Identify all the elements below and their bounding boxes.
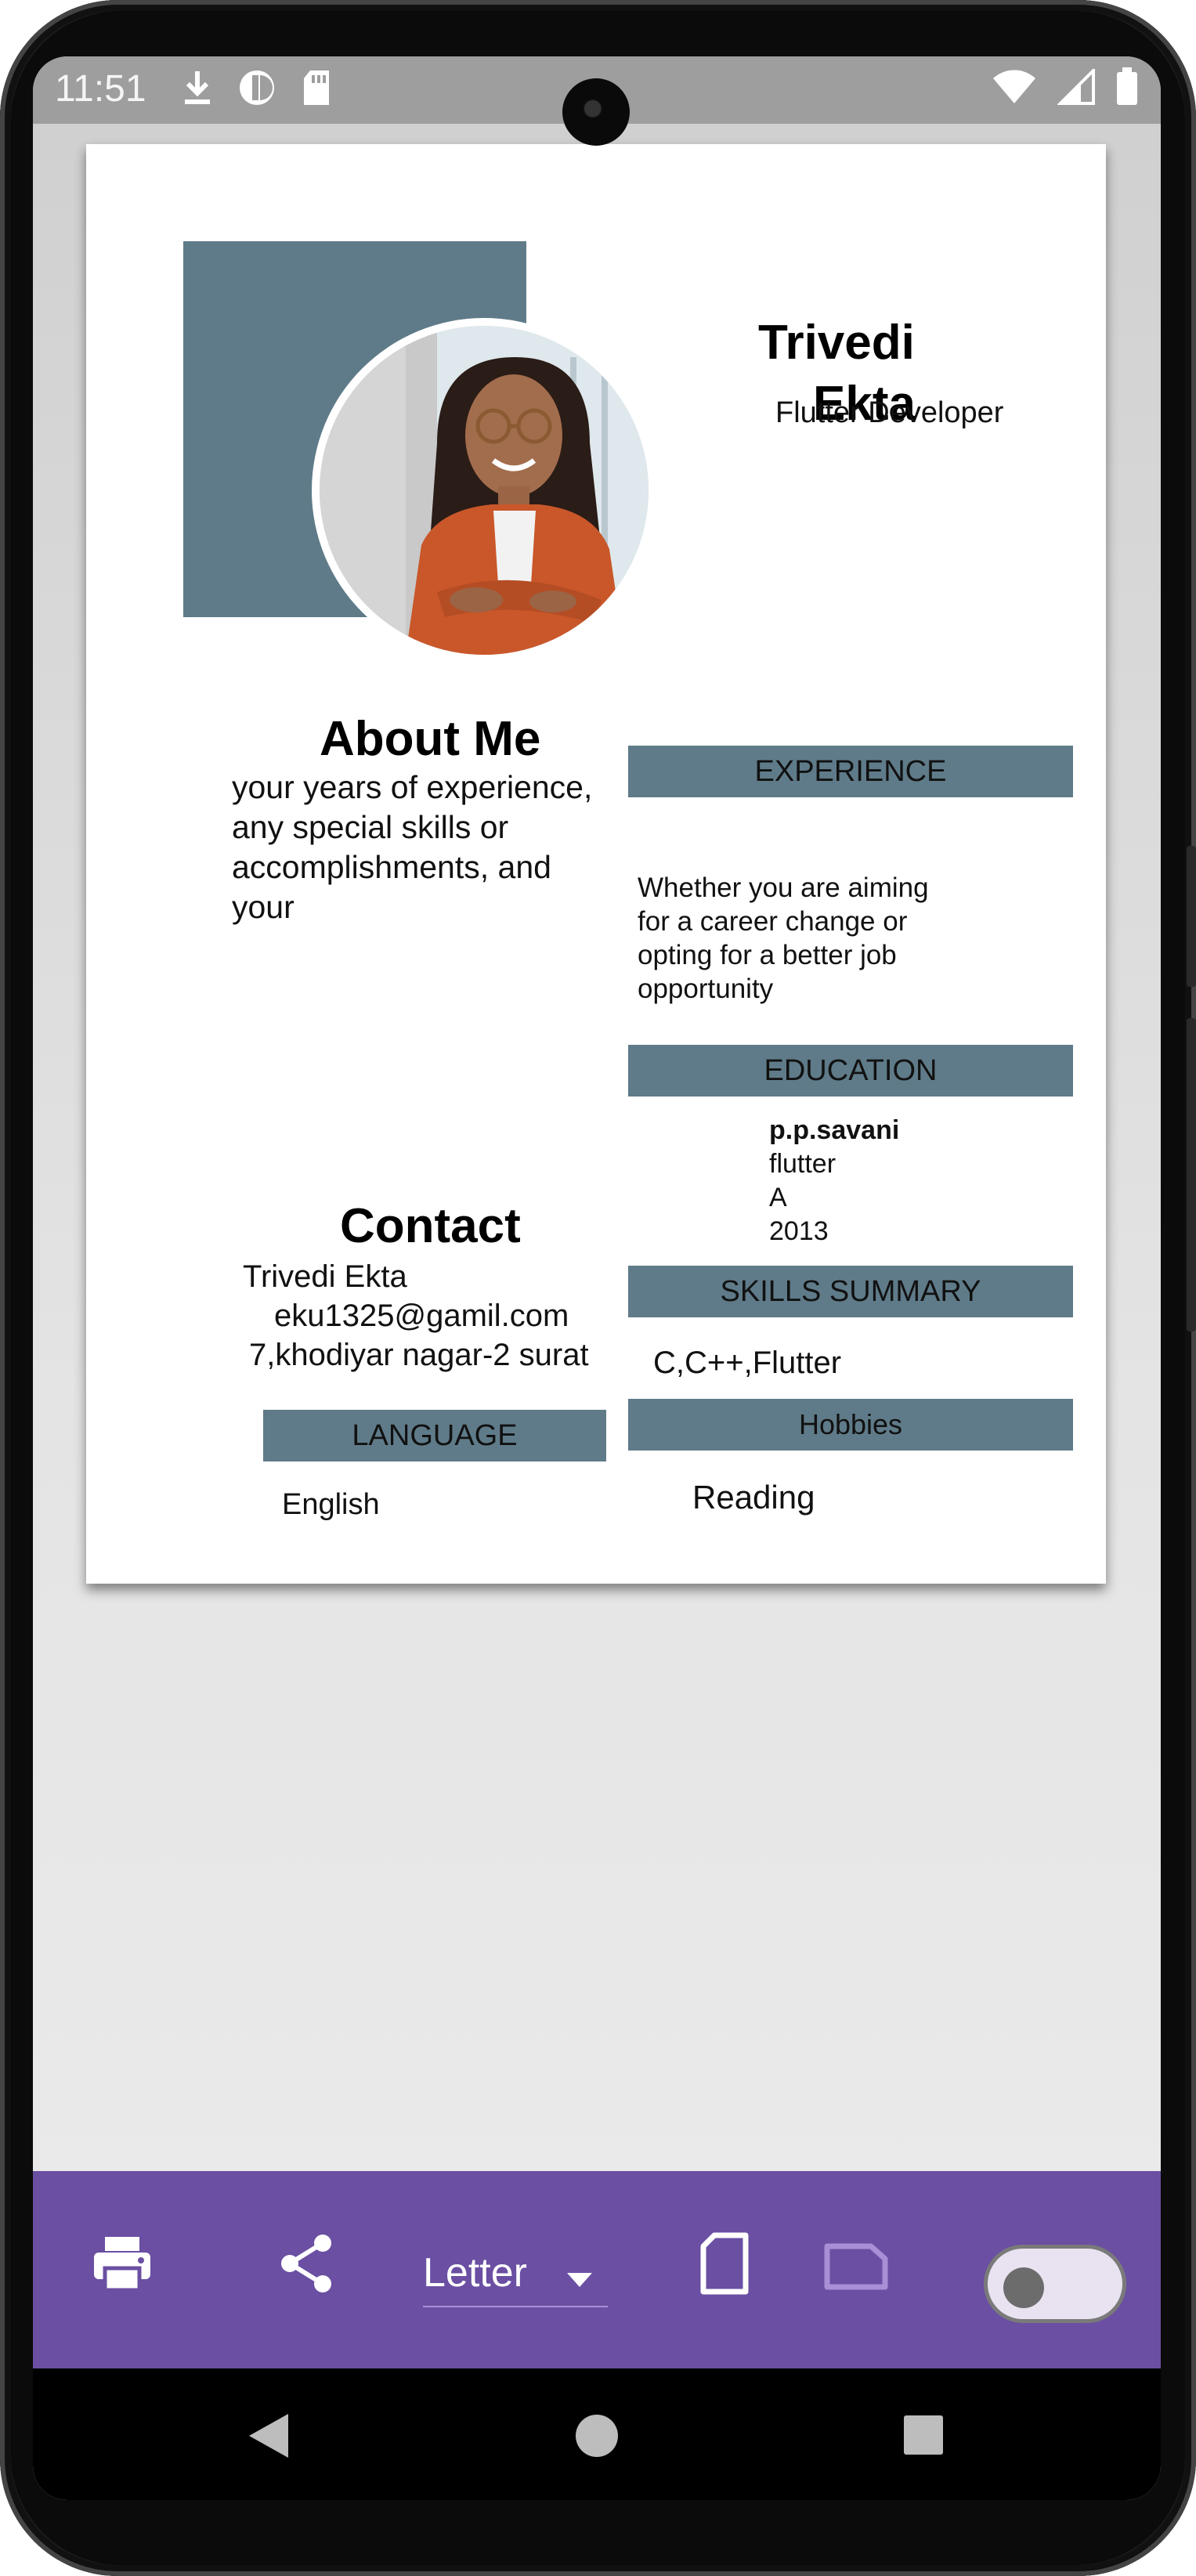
experience-text: Whether you are aiming for a career chan… [638,873,929,1004]
wifi-icon [993,70,1035,103]
screen: 11:51 Trivedi Ekta Flutter Developer Abo… [33,56,1161,2500]
status-icons-left [182,67,332,108]
battery-icon [1117,67,1137,105]
toggle-knob [1003,2267,1044,2308]
education-grade: A [769,1183,787,1212]
person-illustration [320,326,649,655]
contact-address: 7,khodiyar nagar-2 surat [249,1338,589,1372]
power-button [1187,846,1196,987]
portrait-icon[interactable] [697,2232,752,2295]
pdf-toolbar: Letter [33,2171,1161,2368]
contact-title: Contact [340,1199,521,1253]
experience-header: EXPERIENCE [628,746,1073,797]
chevron-down-icon [567,2273,592,2287]
hobbies-header: Hobbies [628,1399,1073,1451]
paper-size-select[interactable]: Letter [423,2242,608,2307]
home-icon[interactable] [572,2411,622,2461]
front-camera [562,78,630,146]
status-time: 11:51 [55,68,146,110]
education-year: 2013 [769,1216,829,1246]
resume-page: Trivedi Ekta Flutter Developer About Me … [86,144,1106,1584]
contact-name: Trivedi Ekta [243,1259,407,1294]
volume-button [1187,1018,1196,1331]
data-saver-icon [240,70,274,105]
print-icon[interactable] [91,2232,154,2295]
paper-size-value: Letter [423,2250,527,2296]
contact-email: eku1325@gamil.com [274,1299,569,1333]
navigation-bar [33,2368,1161,2500]
name-first: Trivedi [758,316,915,370]
hobbies-text: Reading [692,1479,815,1516]
recents-icon[interactable] [901,2412,946,2458]
about-text: your years of experience, any special sk… [232,769,593,925]
skills-text: C,C++,Flutter [653,1346,842,1380]
status-icons-right [992,67,1139,107]
download-icon [185,71,210,104]
toggle-switch[interactable] [984,2245,1126,2323]
about-title: About Me [320,712,541,766]
landscape-icon[interactable] [824,2242,888,2292]
language-header: LANGUAGE [263,1410,606,1461]
role-title: Flutter Developer [775,396,1004,429]
phone-frame: 11:51 Trivedi Ekta Flutter Developer Abo… [0,0,1196,2576]
skills-header: SKILLS SUMMARY [628,1266,1073,1317]
profile-photo-image [320,326,649,655]
profile-photo [312,318,656,663]
back-icon[interactable] [244,2411,291,2461]
signal-icon [1057,69,1095,105]
education-school: p.p.savani [769,1115,900,1145]
sd-card-icon [304,70,329,105]
education-header: EDUCATION [628,1045,1073,1097]
education-course: flutter [769,1149,836,1179]
share-icon[interactable] [276,2232,338,2295]
language-text: English [282,1488,380,1521]
